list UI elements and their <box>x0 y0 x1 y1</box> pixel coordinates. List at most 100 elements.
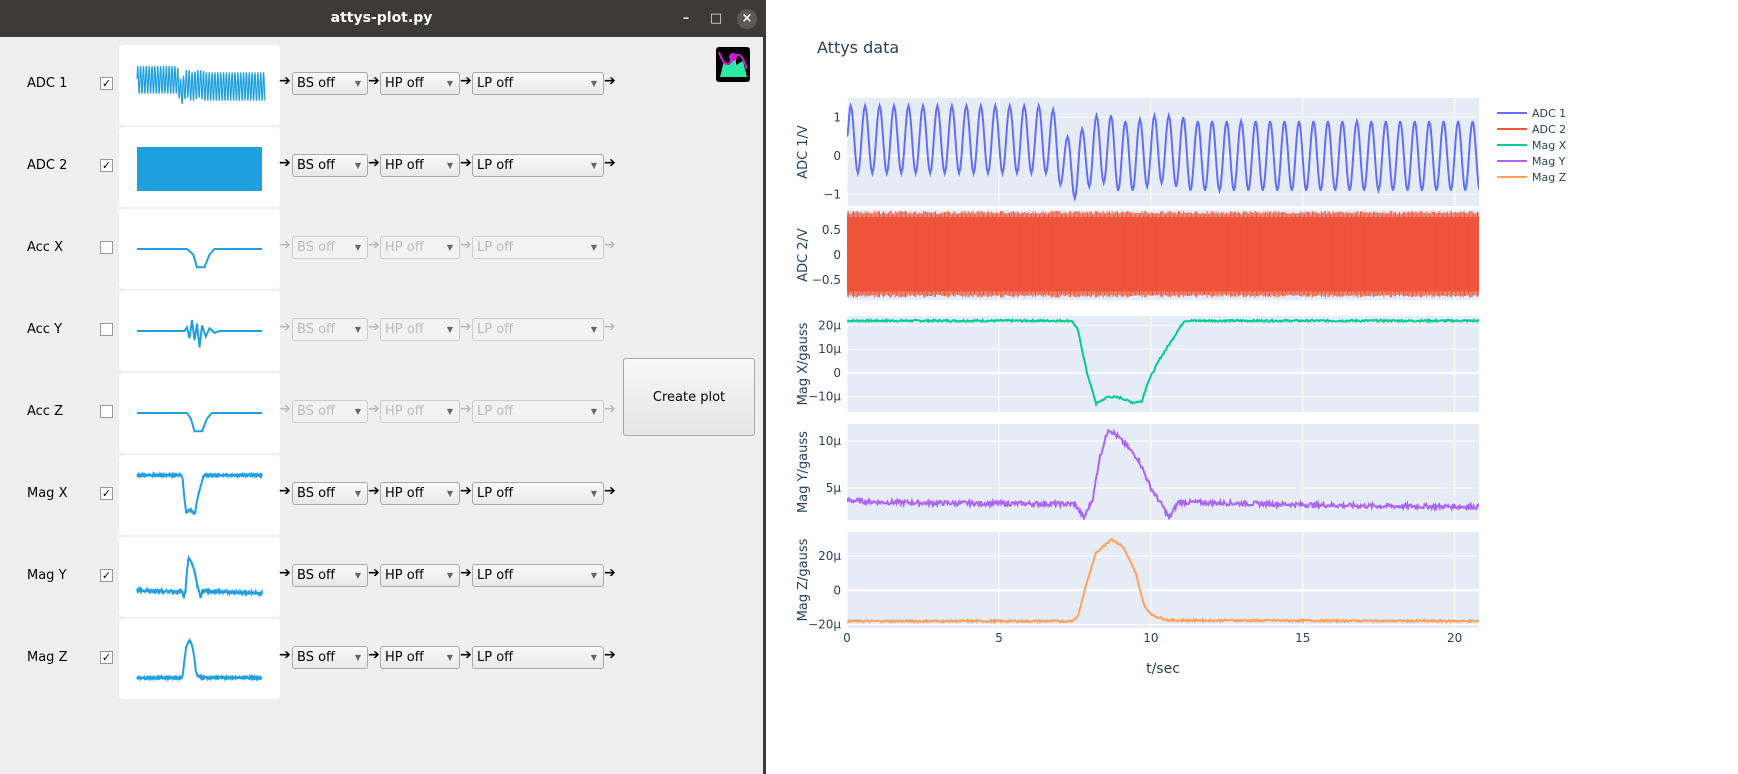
arrow-icon: ➔ <box>604 565 616 581</box>
channel-label: Mag Z <box>27 650 68 665</box>
arrow-icon: ➔ <box>460 483 472 499</box>
lowpass-dropdown[interactable]: LP off ▼ <box>472 72 604 95</box>
legend-item-label: Mag Z <box>1532 171 1567 184</box>
lowpass-dropdown[interactable]: LP off ▼ <box>472 482 604 505</box>
lowpass-dropdown[interactable]: LP off ▼ <box>472 564 604 587</box>
attys-logo <box>716 47 750 82</box>
highpass-dropdown[interactable]: HP off ▼ <box>380 154 460 177</box>
arrow-icon: ➔ <box>279 155 291 171</box>
highpass-dropdown[interactable]: HP off ▼ <box>380 646 460 669</box>
bandstop-dropdown[interactable]: BS off ▼ <box>292 72 368 95</box>
highpass-value: HP off <box>385 486 424 501</box>
arrow-icon: ➔ <box>368 73 380 89</box>
highpass-dropdown[interactable]: HP off ▼ <box>380 482 460 505</box>
arrow-icon: ➔ <box>279 237 291 253</box>
bandstop-dropdown[interactable]: BS off ▼ <box>292 236 368 259</box>
window-title: attys-plot.py <box>330 10 433 26</box>
y-axis-label: ADC 1/V <box>796 125 811 179</box>
y-axis-label: Mag X/gauss <box>796 322 811 405</box>
lowpass-value: LP off <box>477 322 514 337</box>
y-axis-label: Mag Y/gauss <box>796 431 811 513</box>
bandstop-dropdown[interactable]: BS off ▼ <box>292 154 368 177</box>
lowpass-dropdown[interactable]: LP off ▼ <box>472 154 604 177</box>
dropdown-caret-icon: ▼ <box>354 161 361 170</box>
maximize-button[interactable]: □ <box>706 9 726 29</box>
bandstop-dropdown[interactable]: BS off ▼ <box>292 564 368 587</box>
highpass-value: HP off <box>385 158 424 173</box>
close-button[interactable]: × <box>737 9 757 29</box>
channel-checkbox[interactable]: ✓ <box>100 77 113 90</box>
y-tick-label: 0 <box>833 583 841 597</box>
x-tick-label: 15 <box>1295 631 1310 645</box>
lowpass-dropdown[interactable]: LP off ▼ <box>472 236 604 259</box>
highpass-value: HP off <box>385 76 424 91</box>
lowpass-value: LP off <box>477 240 514 255</box>
channel-checkbox[interactable] <box>100 323 113 336</box>
minimize-button[interactable]: – <box>676 9 696 29</box>
channel-checkbox[interactable]: ✓ <box>100 159 113 172</box>
channel-checkbox[interactable]: ✓ <box>100 569 113 582</box>
y-tick-label: −20μ <box>808 618 841 632</box>
highpass-dropdown[interactable]: HP off ▼ <box>380 318 460 341</box>
arrow-icon: ➔ <box>460 565 472 581</box>
attys-data-chart[interactable]: Attys data10−1ADC 1/VADC 10.50−0.5ADC 2/… <box>769 0 1738 774</box>
thumbnail-trace <box>136 638 263 682</box>
dropdown-caret-icon: ▼ <box>446 325 453 334</box>
highpass-dropdown[interactable]: HP off ▼ <box>380 72 460 95</box>
arrow-icon: ➔ <box>460 73 472 89</box>
bandstop-value: BS off <box>297 486 335 501</box>
plot-panel: Attys data 1 0 −1 ADC 1/V ADC 1 0.5 0 −0.5 ADC 2/… <box>769 0 1738 774</box>
highpass-value: HP off <box>385 404 424 419</box>
bandstop-value: BS off <box>297 158 335 173</box>
dropdown-caret-icon: ▼ <box>590 243 597 252</box>
arrow-icon: ➔ <box>368 647 380 663</box>
highpass-dropdown[interactable]: HP off ▼ <box>380 400 460 423</box>
bandstop-dropdown[interactable]: BS off ▼ <box>292 646 368 669</box>
arrow-icon: ➔ <box>279 73 291 89</box>
y-tick-label: 0.5 <box>822 223 841 237</box>
dropdown-caret-icon: ▼ <box>446 571 453 580</box>
channel-thumbnail <box>119 619 280 699</box>
bandstop-dropdown[interactable]: BS off ▼ <box>292 318 368 341</box>
arrow-icon: ➔ <box>604 647 616 663</box>
bandstop-dropdown[interactable]: BS off ▼ <box>292 400 368 423</box>
lowpass-value: LP off <box>477 568 514 583</box>
arrow-icon: ➔ <box>460 319 472 335</box>
arrow-icon: ➔ <box>368 319 380 335</box>
y-tick-label: −1 <box>823 187 841 201</box>
channel-label: Mag X <box>27 486 68 501</box>
channel-thumbnail <box>119 209 280 289</box>
arrow-icon: ➔ <box>604 319 616 335</box>
highpass-dropdown[interactable]: HP off ▼ <box>380 564 460 587</box>
arrow-icon: ➔ <box>604 483 616 499</box>
channel-thumbnail <box>119 291 280 371</box>
channel-checkbox[interactable]: ✓ <box>100 651 113 664</box>
create-plot-button[interactable]: Create plot <box>623 358 755 436</box>
legend-item-label: Mag X <box>1532 139 1567 152</box>
dropdown-caret-icon: ▼ <box>354 571 361 580</box>
lowpass-dropdown[interactable]: LP off ▼ <box>472 646 604 669</box>
channel-checkbox[interactable] <box>100 405 113 418</box>
channel-checkbox[interactable]: ✓ <box>100 487 113 500</box>
y-tick-label: 0 <box>833 149 841 163</box>
dropdown-caret-icon: ▼ <box>590 161 597 170</box>
bandstop-value: BS off <box>297 404 335 419</box>
highpass-dropdown[interactable]: HP off ▼ <box>380 236 460 259</box>
channel-thumbnail <box>119 373 280 453</box>
channel-label: ADC 1 <box>27 76 68 91</box>
channel-label: Mag Y <box>27 568 67 583</box>
arrow-icon: ➔ <box>460 401 472 417</box>
lowpass-dropdown[interactable]: LP off ▼ <box>472 318 604 341</box>
bandstop-dropdown[interactable]: BS off ▼ <box>292 482 368 505</box>
subplot-background <box>847 316 1479 412</box>
lowpass-dropdown[interactable]: LP off ▼ <box>472 400 604 423</box>
y-axis-label: ADC 2/V <box>796 228 811 282</box>
legend-item-label: Mag Y <box>1532 155 1566 168</box>
channel-row: Mag X ✓ ➔ ➔ ➔ ➔ BS off ▼ HP off ▼ LP off ▼ <box>0 453 763 535</box>
highpass-value: HP off <box>385 650 424 665</box>
y-tick-label: 10μ <box>818 342 841 356</box>
arrow-icon: ➔ <box>604 73 616 89</box>
channel-checkbox[interactable] <box>100 241 113 254</box>
bandstop-value: BS off <box>297 322 335 337</box>
dropdown-caret-icon: ▼ <box>590 489 597 498</box>
